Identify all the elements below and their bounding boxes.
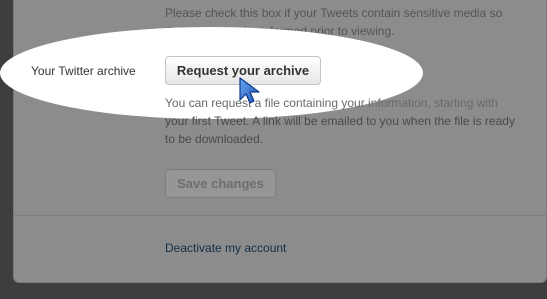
archive-help-line1: You can request a file containing your i…: [165, 96, 499, 110]
section-divider: [13, 215, 547, 216]
mouse-pointer-icon: [239, 77, 260, 104]
sensitive-media-note-line1: Please check this box if your Tweets con…: [165, 6, 503, 20]
twitter-archive-label: Your Twitter archive: [31, 64, 136, 78]
deactivate-account-link[interactable]: Deactivate my account: [165, 240, 286, 256]
archive-help-line3: to be downloaded.: [165, 132, 264, 146]
save-changes-button[interactable]: Save changes: [165, 169, 276, 198]
archive-help-line2: your first Tweet. A link will be emailed…: [165, 114, 515, 128]
